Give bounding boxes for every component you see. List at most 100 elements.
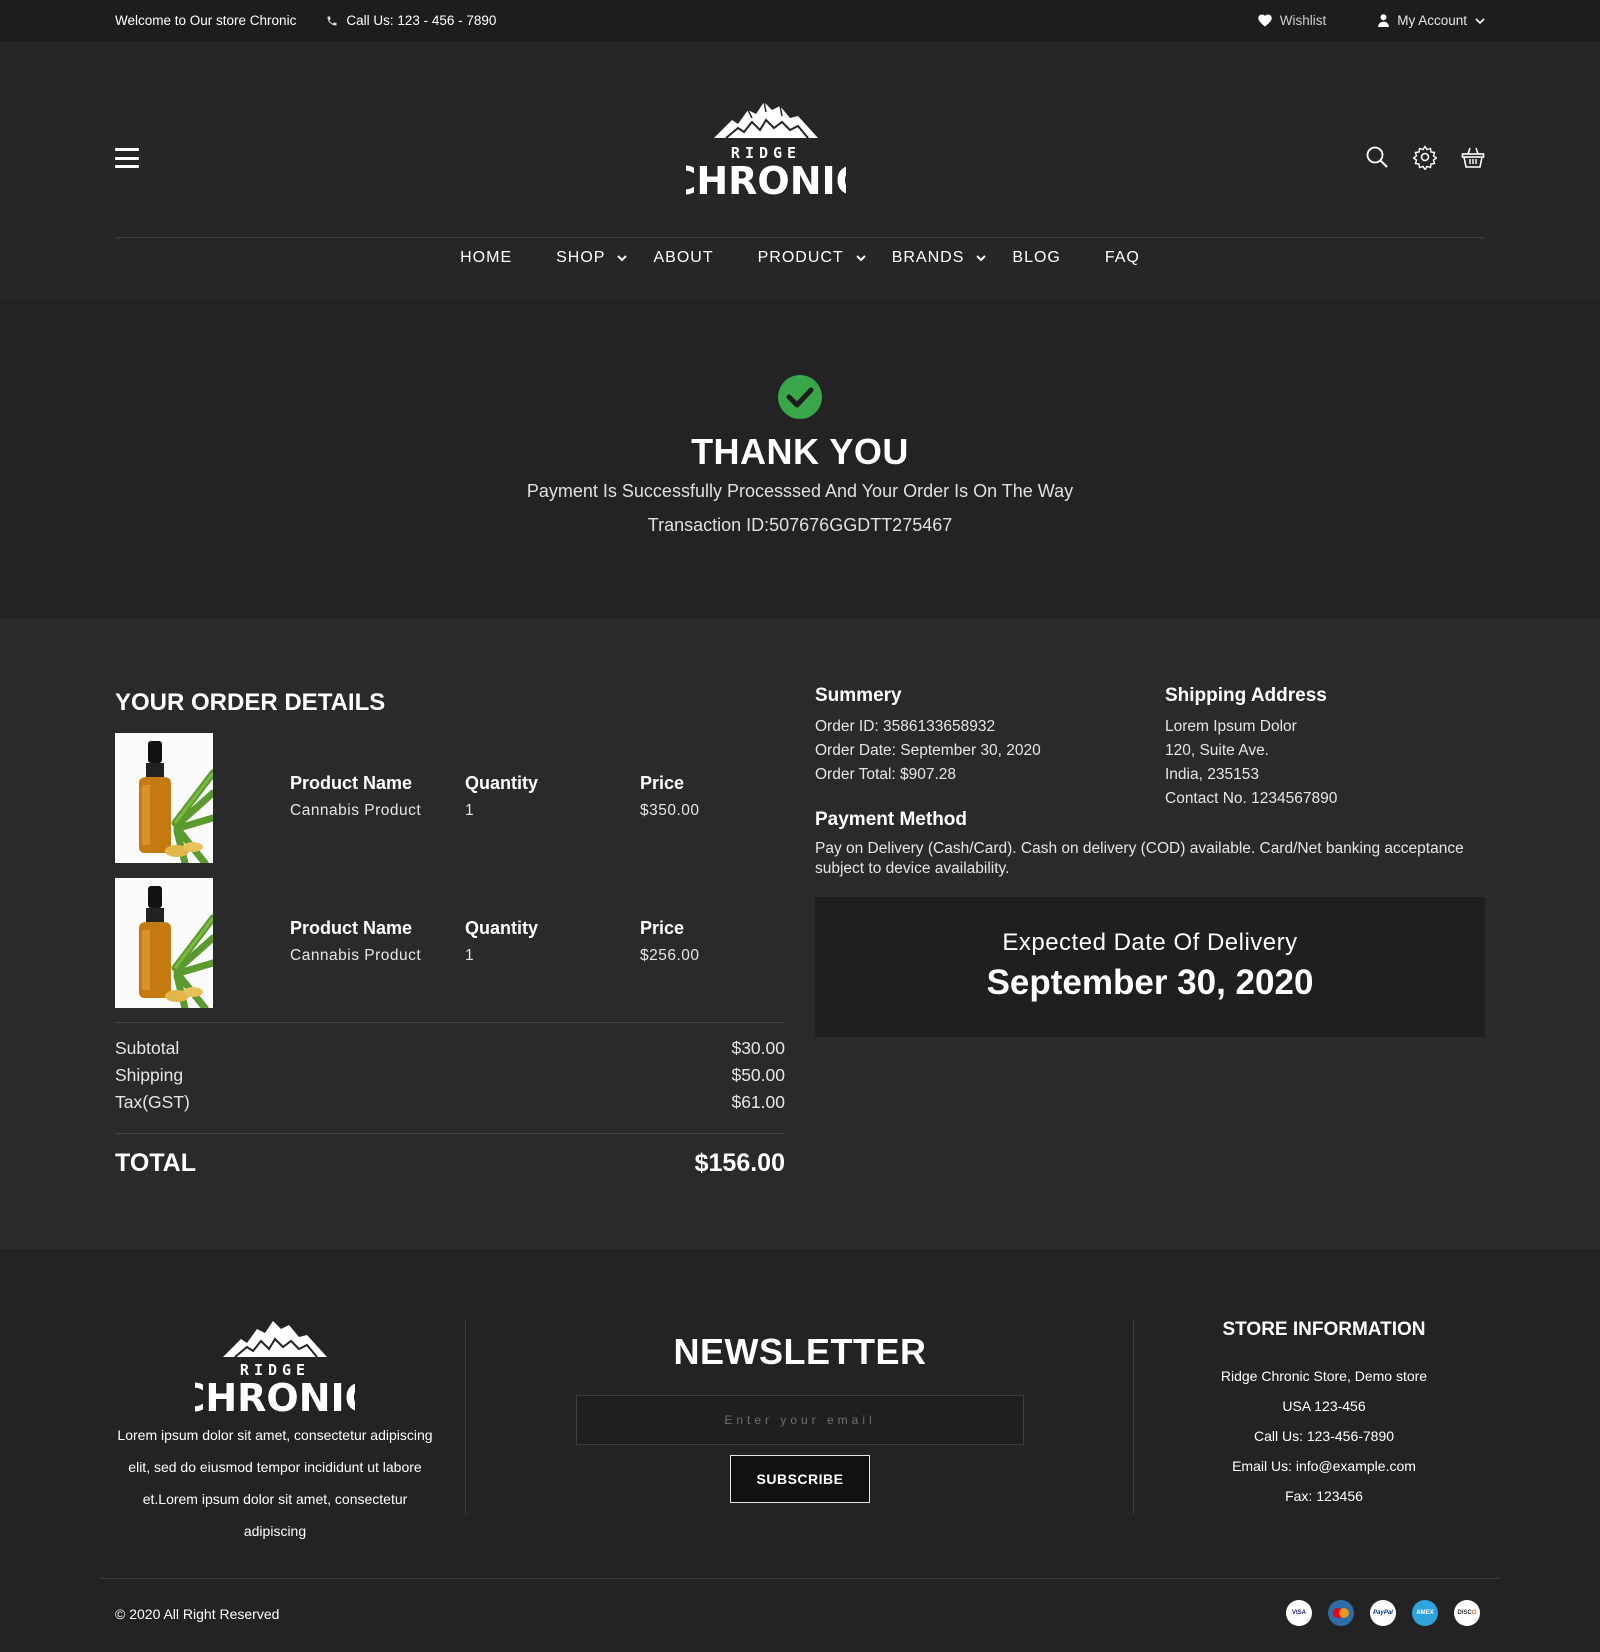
account-label: My Account	[1397, 13, 1467, 28]
cart-basket-icon[interactable]	[1461, 144, 1485, 170]
nav-brands[interactable]: BRANDS	[892, 249, 987, 267]
summary-title: Summery	[815, 685, 902, 706]
nav-faq[interactable]: FAQ	[1105, 249, 1140, 267]
heart-icon	[1258, 14, 1272, 27]
main-nav: HOME SHOP ABOUT PRODUCT BRANDS BLOG FAQ	[0, 249, 1600, 301]
product-name: Cannabis Product	[290, 802, 422, 819]
mastercard-icon	[1328, 1600, 1354, 1626]
nav-blog[interactable]: BLOG	[1012, 249, 1060, 267]
store-phone[interactable]: Call Us: 123-456-7890	[1134, 1421, 1514, 1451]
price-label: Price	[640, 773, 685, 793]
total-row: TOTAL $156.00	[115, 1149, 785, 1178]
nav-about[interactable]: ABOUT	[653, 249, 713, 267]
success-check-icon	[778, 375, 822, 419]
menu-icon[interactable]	[115, 148, 139, 168]
order-date: Order Date: September 30, 2020	[815, 742, 1041, 759]
newsletter-title: NEWSLETTER	[673, 1331, 927, 1372]
divider	[115, 1022, 785, 1023]
copyright-text: © 2020 All Right Reserved	[115, 1606, 280, 1622]
thank-you-title: THANK YOU	[691, 431, 909, 472]
nav-home[interactable]: HOME	[460, 249, 512, 267]
order-total: Order Total: $907.28	[815, 766, 957, 783]
shipping-row: Shipping $50.00	[115, 1065, 785, 1086]
footer-about-text: Lorem ipsum dolor sit amet, consectetur …	[117, 1427, 433, 1539]
top-bar: Welcome to Our store Chronic Call Us: 12…	[0, 0, 1600, 41]
product-name: Cannabis Product	[290, 947, 422, 964]
tax-label: Tax(GST)	[115, 1092, 190, 1112]
search-icon[interactable]	[1365, 144, 1389, 170]
shipping-address-title: Shipping Address	[1165, 685, 1327, 706]
divider	[115, 1133, 785, 1134]
transaction-id: Transaction ID:507676GGDTT275467	[647, 515, 953, 535]
product-name-label: Product Name	[290, 918, 413, 938]
payment-cards: VISA PayPal AMEX DISC O	[1286, 1600, 1480, 1626]
footer-brand-logo[interactable]: RIDGE CHRONIC	[195, 1317, 355, 1417]
delivery-date: September 30, 2020	[986, 963, 1314, 1002]
svg-text:CHRONIC: CHRONIC	[686, 159, 846, 203]
order-item: Product Name Cannabis Product Quantity 1 P…	[115, 733, 785, 863]
store-address: USA 123-456	[1282, 1398, 1366, 1414]
address-line: Lorem Ipsum Dolor	[1165, 718, 1297, 735]
address-line: India, 235153	[1165, 766, 1259, 783]
store-address: Ridge Chronic Store, Demo store	[1220, 1368, 1428, 1384]
chevron-down-icon	[617, 255, 628, 262]
nav-product[interactable]: PRODUCT	[758, 249, 866, 267]
contact-number: Contact No. 1234567890	[1165, 790, 1338, 807]
summary-block: Summery Order ID: 3586133658932 Order Da…	[815, 685, 1041, 787]
store-email[interactable]: Email Us: info@example.com	[1134, 1451, 1514, 1481]
shipping-value: $50.00	[731, 1065, 785, 1085]
subtotal-label: Subtotal	[115, 1038, 180, 1058]
product-name-label: Product Name	[290, 773, 413, 793]
chevron-down-icon	[855, 255, 866, 262]
user-icon	[1378, 14, 1390, 27]
nav-shop[interactable]: SHOP	[556, 249, 628, 267]
wishlist-link[interactable]: Wishlist	[1258, 13, 1327, 28]
quantity-label: Quantity	[465, 918, 539, 938]
phone-info: Call Us: 123 - 456 - 7890	[326, 13, 496, 28]
newsletter-email-input[interactable]	[576, 1395, 1024, 1445]
order-details-title: YOUR ORDER DETAILS	[115, 689, 386, 716]
svg-text:CHRONIC: CHRONIC	[195, 1376, 355, 1417]
price-value: $350.00	[640, 802, 700, 819]
order-section: YOUR ORDER DETAILS Product Name Cannabis …	[0, 619, 1600, 1249]
tax-row: Tax(GST) $61.00	[115, 1092, 785, 1113]
chevron-down-icon	[1475, 17, 1485, 24]
subscribe-button[interactable]: SUBSCRIBE	[730, 1455, 870, 1503]
total-value: $156.00	[694, 1149, 785, 1177]
store-fax: Fax: 123456	[1285, 1488, 1363, 1504]
price-value: $256.00	[640, 947, 700, 964]
welcome-text: Welcome to Our store Chronic	[115, 13, 297, 28]
payment-method-title: Payment Method	[815, 809, 968, 830]
payment-message: Payment Is Successfully Processsed And Y…	[526, 481, 1074, 501]
quantity-value: 1	[465, 802, 475, 819]
price-label: Price	[640, 918, 685, 938]
product-image[interactable]	[115, 878, 213, 1008]
site-footer: RIDGE CHRONIC Lorem ipsum dolor sit amet…	[0, 1249, 1600, 1621]
phone-icon	[327, 16, 337, 25]
product-image[interactable]	[115, 733, 213, 863]
quantity-label: Quantity	[465, 773, 539, 793]
settings-gear-icon[interactable]	[1413, 144, 1437, 170]
quantity-value: 1	[465, 947, 475, 964]
delivery-box: Expected Date Of Delivery September 30, …	[815, 897, 1485, 1037]
store-information: STORE INFORMATION Ridge Chronic Store, D…	[1134, 1319, 1514, 1511]
subtotal-value: $30.00	[731, 1038, 785, 1058]
discover-card-icon: DISC O	[1454, 1600, 1480, 1626]
brand-logo[interactable]: RIDGE CHRONIC	[686, 74, 846, 204]
footer-bottom-divider	[100, 1578, 1500, 1579]
paypal-icon: PayPal	[1370, 1600, 1396, 1626]
order-id: Order ID: 3586133658932	[815, 718, 996, 735]
account-menu[interactable]: My Account	[1378, 13, 1485, 28]
order-item: Product Name Cannabis Product Quantity 1 P…	[115, 878, 785, 1008]
payment-method-block: Payment Method Pay on Delivery (Cash/Car…	[815, 809, 1485, 879]
visa-card-icon: VISA	[1286, 1600, 1312, 1626]
subtotal-row: Subtotal $30.00	[115, 1038, 785, 1059]
phone-text: Call Us: 123 - 456 - 7890	[346, 13, 497, 28]
store-info-title: STORE INFORMATION	[1222, 1319, 1426, 1340]
payment-method-text: Pay on Delivery (Cash/Card). Cash on del…	[815, 840, 1464, 877]
wishlist-label: Wishlist	[1279, 13, 1327, 28]
thank-you-hero: THANK YOU Payment Is Successfully Proces…	[0, 301, 1600, 619]
shipping-label: Shipping	[115, 1065, 184, 1085]
chevron-down-icon	[976, 255, 987, 262]
amex-card-icon: AMEX	[1412, 1600, 1438, 1626]
